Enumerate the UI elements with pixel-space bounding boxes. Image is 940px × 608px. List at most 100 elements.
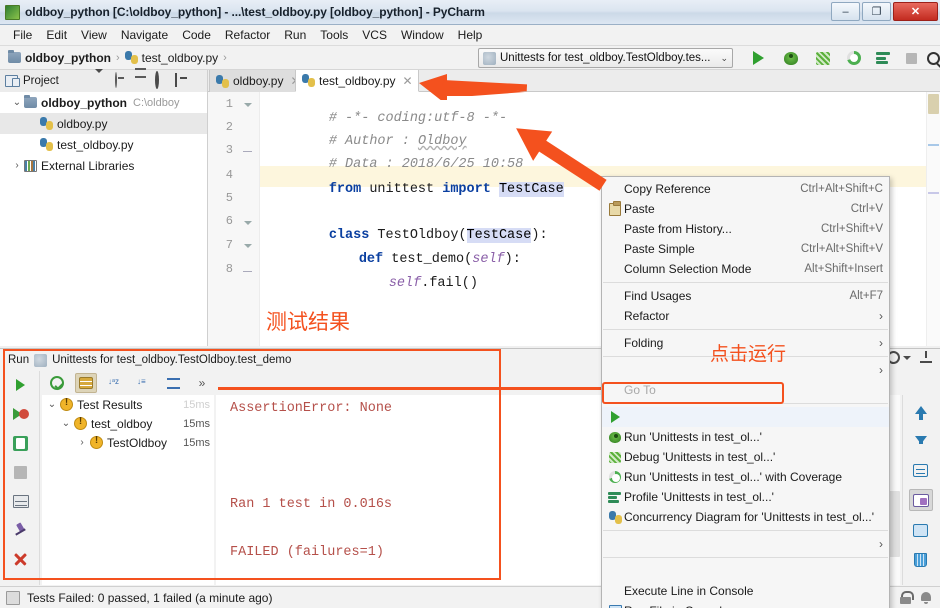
fold-marker-icon[interactable] (242, 217, 253, 228)
project-tool-header[interactable]: Project (0, 69, 208, 92)
menu-vcs[interactable]: VCS (355, 26, 394, 44)
menu-file[interactable]: File (6, 26, 39, 44)
menu-item-column-selection-mode[interactable]: Column Selection Mode Alt+Shift+Insert (602, 259, 889, 279)
close-tab-button[interactable] (10, 549, 32, 569)
export-icon[interactable] (920, 351, 932, 364)
gear-icon[interactable] (154, 71, 171, 89)
run-tab-header[interactable]: Run Unittests for test_oldboy.TestOldboy… (8, 351, 291, 369)
fold-marker-icon[interactable] (242, 266, 253, 277)
soft-wrap-button[interactable] (909, 459, 933, 481)
menu-item-copy-reference[interactable]: Copy Reference Ctrl+Alt+Shift+C (602, 179, 889, 199)
menu-item-debug-unittests[interactable]: Run 'Unittests in test_ol...' (602, 427, 889, 447)
expand-icon[interactable] (135, 73, 151, 89)
tab-oldboy-py[interactable]: oldboy.py ✕ (209, 70, 307, 92)
menu-code[interactable]: Code (175, 26, 218, 44)
close-icon[interactable]: ✕ (403, 74, 413, 88)
twisty-icon[interactable]: ⌄ (58, 418, 74, 429)
close-button[interactable]: ✕ (893, 2, 938, 21)
coverage-button[interactable] (812, 48, 834, 68)
twisty-icon[interactable]: ⌄ (44, 399, 60, 410)
sort-duration-button[interactable]: ↓≡ (133, 373, 155, 393)
tree-node-oldboy-python[interactable]: ⌄ oldboy_python C:\oldboy (0, 92, 207, 113)
search-button[interactable] (922, 48, 940, 68)
profile-button[interactable] (843, 48, 865, 68)
menu-item-paste[interactable]: Paste Ctrl+V (602, 199, 889, 219)
more-options-button[interactable]: » (191, 373, 213, 393)
hide-icon[interactable] (174, 73, 191, 89)
test-results-tree[interactable]: ⌄ Test Results 15ms ⌄ test_oldboy 15ms ›… (42, 395, 214, 585)
output-scrollbar-thumb[interactable] (889, 491, 900, 557)
menu-item-generate[interactable]: Go To (602, 380, 889, 400)
debug-button[interactable] (780, 48, 802, 68)
menu-item-run-with-coverage[interactable]: Debug 'Unittests in test_ol...' (602, 447, 889, 467)
chevron-down-icon[interactable] (94, 69, 111, 89)
editor-scrollbar[interactable] (926, 92, 940, 346)
editor-scrollbar-thumb[interactable] (928, 94, 939, 114)
breadcrumb-file[interactable]: test_oldboy.py (124, 51, 218, 65)
scroll-up-button[interactable] (909, 399, 933, 421)
twisty-icon[interactable]: › (10, 160, 24, 171)
run-configuration-selector[interactable]: Unittests for test_oldboy.TestOldboy.tes… (478, 48, 733, 68)
stop-button[interactable] (10, 462, 32, 482)
test-tree-row-class[interactable]: › TestOldboy 15ms (42, 433, 214, 452)
minimize-button[interactable]: – (831, 2, 860, 21)
test-tree-row-module[interactable]: ⌄ test_oldboy 15ms (42, 414, 214, 433)
menu-run[interactable]: Run (277, 26, 313, 44)
menu-item-refactor[interactable]: Refactor › (602, 306, 889, 326)
menu-item-profile-unittests[interactable]: Run 'Unittests in test_ol...' with Cover… (602, 467, 889, 487)
notifications-icon[interactable] (920, 591, 932, 604)
run-button[interactable] (747, 48, 769, 68)
concurrency-button[interactable] (872, 48, 894, 68)
menu-item-paste-simple[interactable]: Paste Simple Ctrl+Alt+Shift+V (602, 239, 889, 259)
menu-help[interactable]: Help (451, 26, 490, 44)
menu-window[interactable]: Window (394, 26, 451, 44)
menu-item-paste-from-history[interactable]: Paste from History... Ctrl+Shift+V (602, 219, 889, 239)
menubar: File Edit View Navigate Code Refactor Ru… (0, 25, 940, 46)
output-scrollbar[interactable] (889, 395, 900, 585)
folder-icon (8, 50, 21, 63)
menu-item-find-usages[interactable]: Find Usages Alt+F7 (602, 286, 889, 306)
menu-item-compare-with-clipboard[interactable]: Run File in Console (602, 601, 889, 608)
pin-tab-button[interactable] (10, 520, 32, 540)
menu-tools[interactable]: Tools (313, 26, 355, 44)
console-button[interactable] (10, 491, 32, 511)
tree-node-oldboy-py[interactable]: oldboy.py (0, 113, 207, 134)
menu-item-local-history[interactable]: › (602, 534, 889, 554)
lock-icon[interactable] (900, 591, 914, 604)
hide-passed-button[interactable] (46, 373, 68, 393)
maximize-button[interactable]: ❐ (862, 2, 891, 21)
menu-item-select-unittests[interactable]: Concurrency Diagram for 'Unittests in te… (602, 507, 889, 527)
editor-context-menu[interactable]: Copy Reference Ctrl+Alt+Shift+C Paste Ct… (601, 176, 890, 608)
fold-marker-icon[interactable] (242, 146, 253, 157)
fold-marker-icon[interactable] (242, 99, 253, 110)
clear-all-button[interactable] (909, 549, 933, 571)
rerun-failed-button[interactable] (10, 404, 32, 424)
menu-item-run-file-in-console[interactable]: Execute Line in Console (602, 581, 889, 601)
sort-alphabetically-button[interactable]: ↓ᵃz (104, 373, 126, 393)
gear-button[interactable] (887, 351, 911, 364)
twisty-icon[interactable]: › (74, 437, 90, 448)
menu-refactor[interactable]: Refactor (218, 26, 277, 44)
scroll-to-end-button[interactable] (908, 489, 933, 511)
menu-view[interactable]: View (74, 26, 114, 44)
menu-edit[interactable]: Edit (39, 26, 74, 44)
tab-test-oldboy-py[interactable]: test_oldboy.py ✕ (295, 70, 419, 92)
menu-item-concurrency-diagram[interactable]: Profile 'Unittests in test_ol...' (602, 487, 889, 507)
test-tree-row-results[interactable]: ⌄ Test Results 15ms (42, 395, 214, 414)
tree-node-test-oldboy-py[interactable]: test_oldboy.py (0, 134, 207, 155)
rerun-button[interactable] (10, 375, 32, 395)
breadcrumb-project[interactable]: oldboy_python (8, 50, 111, 65)
print-button[interactable] (909, 519, 933, 541)
expand-collapse-button[interactable] (162, 373, 184, 393)
menu-item-run-unittests[interactable] (602, 407, 889, 427)
twisty-icon[interactable]: ⌄ (10, 97, 24, 108)
toggle-auto-test-button[interactable] (10, 433, 32, 453)
tree-node-external-libraries[interactable]: › External Libraries (0, 155, 207, 176)
menu-item-execute-line-in-console[interactable] (602, 561, 889, 581)
show-statistics-button[interactable] (75, 373, 97, 393)
scroll-down-button[interactable] (909, 429, 933, 451)
collapse-all-icon[interactable] (114, 72, 131, 89)
fold-marker-icon[interactable] (242, 240, 253, 251)
stop-button[interactable] (900, 48, 922, 68)
menu-navigate[interactable]: Navigate (114, 26, 175, 44)
